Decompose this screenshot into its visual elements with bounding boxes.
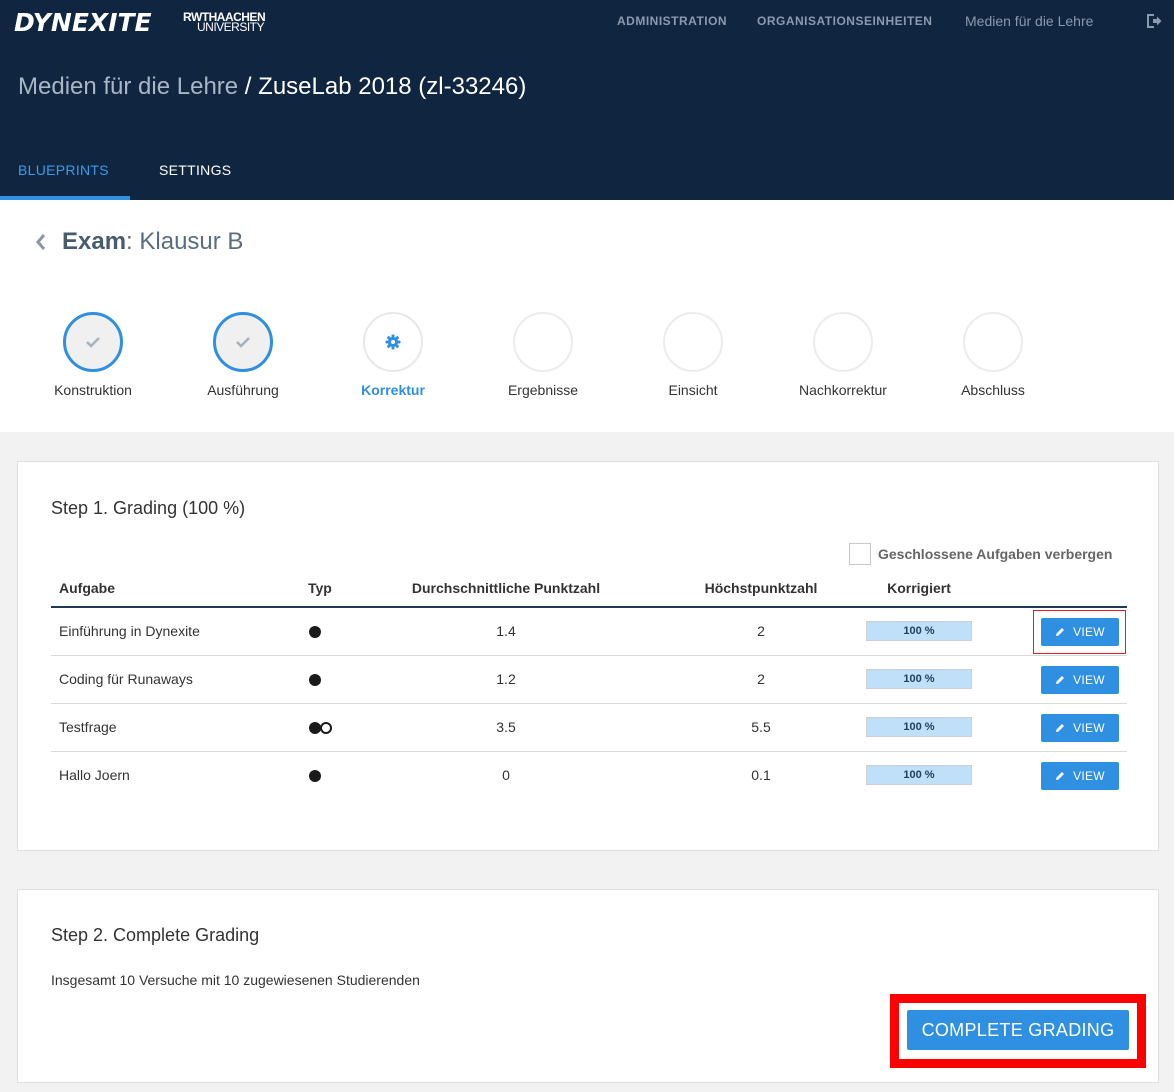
single-choice-icon [309, 770, 321, 782]
corrected-progress: 100 % [866, 765, 972, 785]
column-header-task: Aufgabe [59, 580, 115, 596]
task-name: Hallo Joern [59, 767, 130, 783]
nav-media[interactable]: Medien für die Lehre [965, 13, 1093, 29]
complete-grading-button[interactable]: COMPLETE GRADING [907, 1010, 1129, 1050]
single-choice-icon [309, 626, 321, 638]
hide-closed-checkbox[interactable] [849, 543, 871, 565]
step-korrektur[interactable]: Korrektur [318, 312, 468, 398]
breadcrumb-current: ZuseLab 2018 (zl-33246) [258, 73, 527, 100]
view-button[interactable]: VIEW [1041, 618, 1119, 646]
exam-name: : Klausur B [126, 228, 244, 255]
logout-icon[interactable] [1145, 12, 1163, 30]
corrected-progress: 100 % [866, 717, 972, 737]
avg-score: 0 [502, 767, 510, 783]
step-status-circle [813, 312, 873, 372]
step-label: Einsicht [668, 382, 718, 398]
hide-closed-label[interactable]: Geschlossene Aufgaben verbergen [878, 546, 1112, 562]
step-label: Ergebnisse [507, 382, 579, 398]
grading-title: Step 1. Grading (100 %) [51, 498, 246, 518]
column-header-avg: Durchschnittliche Punktzahl [411, 580, 601, 596]
table-row: Einführung in Dynexite 1.4 2 100 % VIEW [51, 608, 1127, 656]
app-header: DYNEXITE RWTHAACHEN UNIVERSITY ADMINISTR… [0, 0, 1174, 200]
step-label: Konstruktion [54, 382, 132, 398]
step-status-circle [663, 312, 723, 372]
complete-highlight-box: COMPLETE GRADING [890, 994, 1146, 1068]
gear-icon [385, 334, 401, 350]
task-name: Coding für Runaways [59, 671, 193, 687]
view-button-label: VIEW [1073, 721, 1105, 735]
multi-choice-icon [309, 722, 332, 734]
task-name: Testfrage [59, 719, 117, 735]
university-logo: RWTHAACHEN UNIVERSITY [183, 11, 266, 33]
nav-organisation[interactable]: ORGANISATIONSEINHEITEN [757, 14, 932, 28]
check-icon [236, 337, 250, 348]
step-nachkorrektur[interactable]: Nachkorrektur [768, 312, 918, 398]
hide-closed-toggle[interactable]: Geschlossene Aufgaben verbergen [849, 543, 1112, 565]
task-name: Einführung in Dynexite [59, 623, 200, 639]
avg-score: 3.5 [496, 719, 516, 735]
tab-blueprints[interactable]: BLUEPRINTS [18, 162, 109, 178]
step-status-circle [363, 312, 423, 372]
view-button-label: VIEW [1073, 625, 1105, 639]
column-header-corrected: Korrigiert [887, 580, 951, 596]
pencil-icon [1056, 724, 1065, 732]
grading-card: Step 1. Grading (100 %) Geschlossene Auf… [17, 461, 1159, 851]
dynexite-logo[interactable]: DYNEXITE [14, 8, 152, 37]
page-title: Exam: Klausur B [62, 228, 243, 256]
nav-administration[interactable]: ADMINISTRATION [617, 14, 727, 28]
progress-text: 100 % [903, 673, 935, 685]
step-ergebnisse[interactable]: Ergebnisse [468, 312, 618, 398]
view-button[interactable]: VIEW [1041, 762, 1119, 790]
step-ausfuehrung[interactable]: Ausführung [168, 312, 318, 398]
progress-text: 100 % [903, 625, 935, 637]
max-score: 2 [757, 671, 765, 687]
exam-label: Exam [62, 228, 127, 255]
column-header-type: Typ [308, 580, 332, 596]
tab-settings[interactable]: SETTINGS [159, 162, 231, 178]
progress-text: 100 % [903, 769, 935, 781]
pencil-icon [1056, 628, 1065, 636]
column-header-max: Höchstpunktzahl [704, 580, 818, 596]
breadcrumb-separator: / [238, 73, 259, 100]
table-row: Coding für Runaways 1.2 2 100 % VIEW [51, 656, 1127, 704]
step-status-circle [513, 312, 573, 372]
check-icon [86, 337, 100, 348]
step-abschluss[interactable]: Abschluss [918, 312, 1068, 398]
avg-score: 1.4 [496, 623, 516, 639]
breadcrumb: Medien für die Lehre / ZuseLab 2018 (zl-… [18, 73, 526, 101]
view-button-label: VIEW [1073, 673, 1105, 687]
complete-grading-card: Step 2. Complete Grading Insgesamt 10 Ve… [17, 889, 1159, 1083]
avg-score: 1.2 [496, 671, 516, 687]
single-choice-icon [309, 674, 321, 686]
pencil-icon [1056, 772, 1065, 780]
attempts-summary: Insgesamt 10 Versuche mit 10 zugewiesene… [51, 972, 420, 988]
step-label: Korrektur [361, 382, 425, 398]
max-score: 5.5 [751, 719, 771, 735]
step-label: Abschluss [961, 382, 1025, 398]
step-status-circle [963, 312, 1023, 372]
step-label: Ausführung [207, 382, 279, 398]
step-label: Nachkorrektur [799, 382, 887, 398]
pencil-icon [1056, 676, 1065, 684]
chevron-left-icon[interactable] [34, 233, 48, 251]
step-konstruktion[interactable]: Konstruktion [18, 312, 168, 398]
max-score: 2 [757, 623, 765, 639]
table-row: Hallo Joern 0 0.1 100 % VIEW [51, 752, 1127, 800]
step-status-circle [213, 312, 273, 372]
breadcrumb-parent[interactable]: Medien für die Lehre [18, 73, 238, 100]
table-row: Testfrage 3.5 5.5 100 % VIEW [51, 704, 1127, 752]
step-status-circle [63, 312, 123, 372]
corrected-progress: 100 % [866, 669, 972, 689]
view-button[interactable]: VIEW [1041, 666, 1119, 694]
corrected-progress: 100 % [866, 621, 972, 641]
exam-overview: Exam: Klausur B Konstruktion Ausführung [0, 200, 1174, 432]
progress-text: 100 % [903, 721, 935, 733]
view-button[interactable]: VIEW [1041, 714, 1119, 742]
step-einsicht[interactable]: Einsicht [618, 312, 768, 398]
max-score: 0.1 [751, 767, 771, 783]
view-button-label: VIEW [1073, 769, 1105, 783]
complete-grading-title: Step 2. Complete Grading [51, 925, 260, 945]
